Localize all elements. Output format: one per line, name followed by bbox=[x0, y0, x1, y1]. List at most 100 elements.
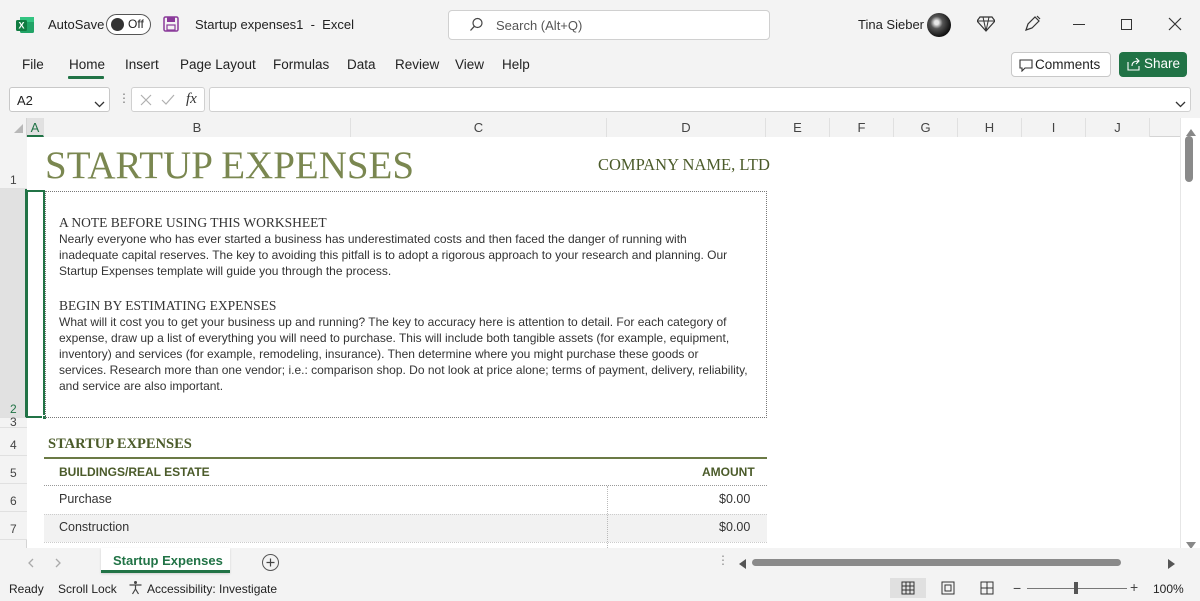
company-name[interactable]: COMPANY NAME, LTD bbox=[598, 155, 770, 175]
zoom-slider-thumb[interactable] bbox=[1074, 582, 1078, 594]
tab-view[interactable]: View bbox=[455, 57, 484, 72]
table-row[interactable]: Construction $0.00 bbox=[44, 514, 767, 542]
column-label: J bbox=[1114, 120, 1121, 135]
more-icon[interactable]: ⋮ bbox=[118, 91, 130, 105]
scroll-right-icon[interactable] bbox=[1168, 557, 1175, 572]
sheet-tab-startup-expenses[interactable]: Startup Expenses bbox=[101, 548, 230, 573]
enter-icon[interactable] bbox=[161, 94, 175, 109]
begin-line: What will it cost you to get your busine… bbox=[59, 314, 726, 330]
scroll-left-icon[interactable] bbox=[739, 557, 746, 572]
selected-cell-a2[interactable] bbox=[26, 190, 45, 418]
row-header-3[interactable]: 3 bbox=[0, 418, 27, 428]
name-box[interactable]: A2 bbox=[9, 87, 110, 112]
expand-formula-icon[interactable] bbox=[1175, 96, 1186, 111]
ribbon-tabs: File Home Insert Page Layout Formulas Da… bbox=[0, 50, 1200, 84]
tab-help[interactable]: Help bbox=[502, 57, 530, 72]
avatar[interactable] bbox=[927, 13, 951, 37]
row-amount: $0.00 bbox=[719, 492, 750, 506]
vertical-scrollbar[interactable] bbox=[1180, 118, 1200, 548]
section-title[interactable]: STARTUP EXPENSES bbox=[48, 436, 192, 453]
row-header-1[interactable]: 1 bbox=[0, 137, 27, 189]
pen-icon[interactable] bbox=[1023, 15, 1041, 36]
begin-line: services. Research more than one vendor;… bbox=[59, 362, 748, 378]
row-label: Purchase bbox=[59, 492, 112, 506]
row-header-2[interactable]: 2 bbox=[0, 189, 27, 418]
row-header-6[interactable]: 6 bbox=[0, 484, 27, 512]
share-button[interactable]: Share bbox=[1119, 52, 1187, 77]
column-header-f[interactable]: F bbox=[830, 118, 894, 137]
tab-review[interactable]: Review bbox=[395, 57, 439, 72]
table-divider bbox=[44, 542, 767, 543]
vertical-scroll-thumb[interactable] bbox=[1185, 136, 1193, 182]
accessibility-icon[interactable] bbox=[128, 580, 143, 598]
row-label: 3 bbox=[10, 415, 17, 429]
comments-button[interactable]: Comments bbox=[1011, 52, 1111, 77]
select-all-corner[interactable] bbox=[0, 118, 27, 137]
row-header-7[interactable]: 7 bbox=[0, 512, 27, 540]
share-icon bbox=[1127, 58, 1141, 74]
note-heading: A NOTE BEFORE USING THIS WORKSHEET bbox=[59, 215, 327, 231]
toggle-knob bbox=[111, 18, 124, 31]
column-header-e[interactable]: E bbox=[766, 118, 830, 137]
table-header-right[interactable]: AMOUNT bbox=[702, 465, 755, 479]
column-label: B bbox=[193, 120, 202, 135]
maximize-icon[interactable] bbox=[1121, 19, 1132, 30]
table-header-left[interactable]: BUILDINGS/REAL ESTATE bbox=[59, 465, 210, 479]
formula-input[interactable] bbox=[209, 87, 1191, 112]
tab-formulas[interactable]: Formulas bbox=[273, 57, 329, 72]
column-header-d[interactable]: D bbox=[607, 118, 766, 137]
column-label: H bbox=[985, 120, 994, 135]
row-header-4[interactable]: 4 bbox=[0, 428, 27, 456]
worksheet-grid[interactable]: A B C D E F G H I J 1 2 3 4 5 6 7 STARTU… bbox=[0, 118, 1200, 548]
normal-view-button[interactable] bbox=[890, 578, 926, 598]
row-label: 1 bbox=[10, 173, 17, 187]
column-label: G bbox=[920, 120, 930, 135]
column-header-i[interactable]: I bbox=[1022, 118, 1086, 137]
column-header-b[interactable]: B bbox=[44, 118, 351, 137]
begin-heading: BEGIN BY ESTIMATING EXPENSES bbox=[59, 298, 276, 314]
tab-home[interactable]: Home bbox=[69, 57, 105, 72]
column-header-h[interactable]: H bbox=[958, 118, 1022, 137]
tab-file[interactable]: File bbox=[22, 57, 44, 72]
column-header-g[interactable]: G bbox=[894, 118, 958, 137]
close-icon[interactable] bbox=[1168, 17, 1182, 34]
horizontal-scroll-thumb[interactable] bbox=[752, 559, 1121, 566]
cancel-icon[interactable] bbox=[140, 94, 152, 109]
tab-data[interactable]: Data bbox=[347, 57, 376, 72]
row-header-5[interactable]: 5 bbox=[0, 456, 27, 484]
table-row[interactable]: Purchase $0.00 bbox=[44, 486, 767, 514]
diamond-icon[interactable] bbox=[977, 16, 995, 35]
next-sheet-icon[interactable] bbox=[55, 556, 62, 571]
save-icon[interactable] bbox=[163, 16, 179, 32]
section-rule bbox=[44, 457, 767, 459]
title-bar: X AutoSave Off Startup expenses1 - Excel… bbox=[0, 0, 1200, 50]
column-label: F bbox=[858, 120, 866, 135]
sheet-title[interactable]: STARTUP EXPENSES bbox=[45, 143, 414, 188]
prev-sheet-icon[interactable] bbox=[27, 556, 34, 571]
add-sheet-button[interactable] bbox=[262, 554, 279, 571]
zoom-out-icon[interactable]: − bbox=[1013, 580, 1021, 596]
more-options-icon[interactable]: ⋮ bbox=[717, 553, 729, 567]
minimize-icon[interactable] bbox=[1073, 24, 1085, 25]
tab-insert[interactable]: Insert bbox=[125, 57, 159, 72]
tab-page-layout[interactable]: Page Layout bbox=[180, 57, 256, 72]
search-box[interactable]: Search (Alt+Q) bbox=[448, 10, 770, 40]
svg-text:X: X bbox=[18, 21, 24, 31]
row-label: 2 bbox=[10, 402, 17, 416]
note-box[interactable]: A NOTE BEFORE USING THIS WORKSHEET Nearl… bbox=[45, 191, 767, 418]
column-label: I bbox=[1052, 120, 1056, 135]
page-layout-view-icon[interactable] bbox=[941, 581, 955, 598]
active-tab-underline bbox=[68, 76, 104, 79]
page-break-view-icon[interactable] bbox=[980, 581, 994, 598]
column-header-j[interactable]: J bbox=[1086, 118, 1150, 137]
column-header-c[interactable]: C bbox=[351, 118, 607, 137]
column-header-a[interactable]: A bbox=[27, 118, 44, 137]
status-accessibility[interactable]: Accessibility: Investigate bbox=[147, 582, 277, 596]
zoom-in-icon[interactable]: + bbox=[1130, 579, 1138, 595]
autosave-toggle[interactable]: Off bbox=[106, 14, 151, 35]
sheet-tabs-bar: Startup Expenses ⋮ bbox=[0, 548, 1200, 576]
name-box-value: A2 bbox=[17, 93, 33, 108]
zoom-level[interactable]: 100% bbox=[1153, 582, 1184, 596]
scroll-down-icon[interactable] bbox=[1186, 537, 1196, 548]
fx-icon[interactable]: fx bbox=[186, 91, 197, 108]
